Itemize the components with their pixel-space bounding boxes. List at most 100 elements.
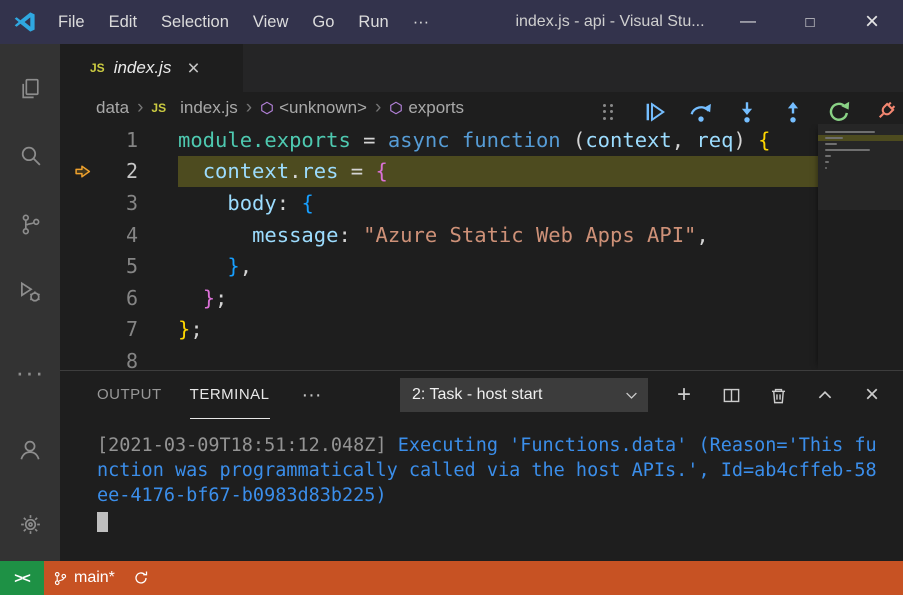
terminal-line: nction was programmatically called via t…	[97, 458, 903, 483]
minimap[interactable]	[818, 124, 903, 370]
search-icon[interactable]	[0, 122, 60, 190]
gutter-glyph-margin[interactable]	[60, 282, 102, 314]
close-window-button[interactable]: ×	[841, 0, 903, 44]
close-panel-icon[interactable]: ×	[861, 384, 883, 406]
menu-selection[interactable]: Selection	[149, 0, 241, 44]
code-line-5[interactable]: 5 },	[60, 250, 903, 282]
panel-tab-terminal[interactable]: TERMINAL	[190, 371, 270, 419]
breadcrumb-label: index.js	[180, 98, 238, 118]
code-line-text: },	[178, 250, 903, 282]
debug-continue-icon[interactable]	[643, 100, 667, 124]
menu-edit[interactable]: Edit	[97, 0, 149, 44]
js-file-icon: JS	[151, 101, 166, 115]
status-bar: >< main*	[0, 561, 903, 595]
explorer-icon[interactable]	[0, 54, 60, 122]
menu-bar: FileEditSelectionViewGoRun···	[46, 0, 441, 44]
minimize-button[interactable]: —	[717, 0, 779, 44]
gutter-glyph-margin[interactable]	[60, 250, 102, 282]
code-token: req	[696, 128, 733, 152]
minimap-content	[818, 124, 903, 177]
code-line-6[interactable]: 6 };	[60, 282, 903, 314]
account-icon[interactable]	[0, 413, 60, 487]
debug-step-over-icon[interactable]	[689, 100, 713, 124]
sync-changes-icon[interactable]	[124, 561, 158, 595]
breadcrumb-separator-icon: ›	[375, 97, 381, 119]
code-line-text	[178, 345, 903, 370]
code-line-2[interactable]: 2 context.res = {	[60, 156, 903, 188]
window-title: index.js - api - Visual Stu...	[515, 13, 704, 31]
terminal-text: ee-4176-bf67-b0983d83b225)	[97, 485, 387, 506]
code-token: =	[351, 128, 388, 152]
code-token: "Azure Static Web Apps API"	[363, 223, 696, 247]
line-number[interactable]: 7	[102, 317, 138, 341]
code-token: res	[301, 159, 338, 183]
line-number[interactable]: 5	[102, 254, 138, 278]
panel-more-actions-icon[interactable]: ···	[302, 384, 322, 407]
debug-current-line-arrow-icon[interactable]	[60, 156, 102, 188]
run-and-debug-icon[interactable]	[0, 258, 60, 326]
code-token: )	[733, 128, 758, 152]
line-number[interactable]: 3	[102, 191, 138, 215]
code-line-4[interactable]: 4 message: "Azure Static Web Apps API",	[60, 219, 903, 251]
panel-tab-output[interactable]: OUTPUT	[97, 371, 162, 419]
new-terminal-icon[interactable]: +	[673, 384, 695, 406]
code-lines: 1module.exports = async function (contex…	[60, 124, 903, 370]
remote-indicator[interactable]: ><	[0, 561, 44, 595]
tab-indexjs[interactable]: JS index.js ×	[60, 44, 243, 92]
branch-name: main*	[74, 569, 115, 587]
kill-terminal-trash-icon[interactable]	[767, 384, 789, 406]
code-line-7[interactable]: 7};	[60, 314, 903, 346]
code-line-8[interactable]: 8	[60, 345, 903, 370]
terminal-selector-dropdown[interactable]: 2: Task - host start	[400, 378, 648, 412]
menu-run[interactable]: Run	[346, 0, 400, 44]
menu-more[interactable]: ···	[401, 0, 441, 44]
line-number[interactable]: 6	[102, 286, 138, 310]
breadcrumb-label: exports	[408, 98, 464, 118]
more-actions-icon[interactable]: ···	[0, 338, 60, 406]
menu-file[interactable]: File	[46, 0, 97, 44]
maximize-button[interactable]: □	[779, 0, 841, 44]
breadcrumb-item-data[interactable]: data	[96, 98, 129, 118]
terminal-cursor	[97, 512, 108, 532]
line-number[interactable]: 1	[102, 128, 138, 152]
git-branch-item[interactable]: main*	[44, 561, 124, 595]
menu-view[interactable]: View	[241, 0, 300, 44]
minimap-line-bar	[825, 131, 875, 134]
debug-toolbar	[597, 94, 897, 130]
gutter-glyph-margin[interactable]	[60, 124, 102, 156]
line-number[interactable]: 4	[102, 223, 138, 247]
debug-step-out-icon[interactable]	[781, 100, 805, 124]
panel-actions: + ×	[673, 371, 883, 419]
gutter-glyph-margin[interactable]	[60, 219, 102, 251]
line-number[interactable]: 2	[102, 159, 138, 183]
gutter-glyph-margin[interactable]	[60, 314, 102, 346]
breadcrumb-separator-icon: ›	[246, 97, 252, 119]
code-token: async	[388, 128, 450, 152]
breadcrumb-item-unknown[interactable]: <unknown>	[260, 98, 367, 118]
breadcrumb-item-indexjs[interactable]: JS index.js	[151, 98, 237, 118]
terminal-line: ee-4176-bf67-b0983d83b225)	[97, 483, 903, 508]
breadcrumb-item-exports[interactable]: exports	[389, 98, 464, 118]
debug-disconnect-icon[interactable]	[873, 100, 897, 124]
code-token: (	[561, 128, 586, 152]
gutter-glyph-margin[interactable]	[60, 187, 102, 219]
source-control-icon[interactable]	[0, 190, 60, 258]
code-editor[interactable]: 1module.exports = async function (contex…	[60, 124, 903, 370]
gutter-glyph-margin[interactable]	[60, 345, 102, 370]
settings-gear-icon[interactable]	[0, 487, 60, 561]
debug-restart-icon[interactable]	[827, 100, 851, 124]
code-line-3[interactable]: 3 body: {	[60, 187, 903, 219]
maximize-panel-chevron-icon[interactable]	[814, 384, 836, 406]
code-token: }	[227, 254, 239, 278]
debug-step-into-icon[interactable]	[735, 100, 759, 124]
menu-go[interactable]: Go	[300, 0, 346, 44]
line-number[interactable]: 8	[102, 349, 138, 370]
split-terminal-icon[interactable]	[720, 384, 742, 406]
code-token: context	[585, 128, 671, 152]
toolbar-gripper-icon[interactable]	[597, 100, 621, 124]
code-token: }	[178, 317, 190, 341]
tab-close-icon[interactable]: ×	[187, 58, 199, 79]
code-token: .	[289, 159, 301, 183]
activity-bar: ···	[0, 44, 60, 561]
terminal-output[interactable]: [2021-03-09T18:51:12.048Z] Executing 'Fu…	[60, 419, 903, 532]
